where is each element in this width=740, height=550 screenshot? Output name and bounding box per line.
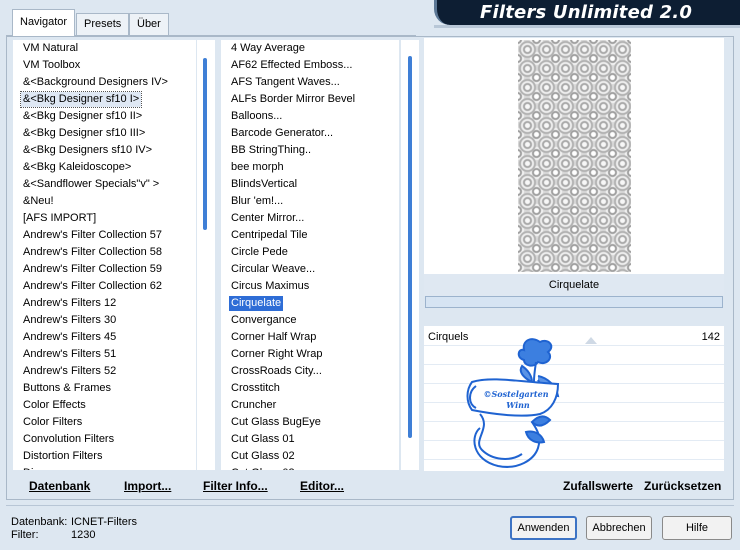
apply-button[interactable]: Anwenden: [510, 516, 577, 540]
filter-list-item[interactable]: Cruncher: [229, 398, 278, 413]
category-list[interactable]: VM Natural VM Toolbox &<Background Designe…: [13, 40, 196, 470]
category-scrollbar[interactable]: [197, 40, 215, 470]
category-list-item[interactable]: Andrew's Filter Collection 62: [21, 279, 164, 294]
divider: [6, 505, 734, 506]
watermark-flower-icon: ©Sostelgarten Winn: [466, 338, 560, 468]
parameter-value: 142: [701, 331, 720, 343]
filter-list-item[interactable]: Center Mirror...: [229, 211, 306, 226]
filter-list-item[interactable]: Cut Glass 03: [229, 466, 297, 470]
status-database-value: ICNET-Filters: [71, 516, 137, 528]
filter-list[interactable]: 4 Way Average AF62 Effected Emboss... AFS …: [221, 40, 399, 470]
filter-info-button[interactable]: Filter Info...: [203, 479, 268, 493]
category-list-item[interactable]: Color Effects: [21, 398, 88, 413]
help-button[interactable]: Hilfe: [662, 516, 732, 540]
filter-scrollbar[interactable]: [401, 40, 419, 470]
category-list-item[interactable]: &<Bkg Designer sf10 I>: [19, 91, 143, 108]
filter-list-item[interactable]: AFS Tangent Waves...: [229, 75, 342, 90]
filter-list-item[interactable]: Barcode Generator...: [229, 126, 335, 141]
category-list-item[interactable]: &<Bkg Kaleidoscope>: [21, 160, 133, 175]
random-values-button[interactable]: Zufallswerte: [563, 479, 633, 493]
category-list-item[interactable]: Andrew's Filters 30: [21, 313, 118, 328]
category-list-item[interactable]: Color Filters: [21, 415, 84, 430]
filter-list-item[interactable]: Cut Glass 02: [229, 449, 297, 464]
filter-list-item[interactable]: Blur 'em!...: [229, 194, 285, 209]
category-list-item[interactable]: Andrew's Filter Collection 58: [21, 245, 164, 260]
filter-scroll-thumb[interactable]: [408, 56, 412, 438]
tab-uber[interactable]: Über: [129, 13, 169, 35]
filter-list-item[interactable]: Circular Weave...: [229, 262, 317, 277]
app-title: Filters Unlimited 2.0: [480, 2, 693, 23]
category-list-item[interactable]: Convolution Filters: [21, 432, 116, 447]
title-banner-stripe: [434, 25, 740, 28]
category-list-item[interactable]: &<Sandflower Specials"v" >: [21, 177, 161, 192]
category-list-item[interactable]: &<Background Designers IV>: [21, 75, 170, 90]
cancel-button[interactable]: Abbrechen: [586, 516, 652, 540]
filter-list-item[interactable]: Centripedal Tile: [229, 228, 309, 243]
status-filter-label: Filter:: [11, 529, 39, 541]
filter-list-item[interactable]: BB StringThing..: [229, 143, 313, 158]
category-list-item[interactable]: &<Bkg Designer sf10 II>: [21, 109, 144, 124]
import-button[interactable]: Import...: [124, 479, 171, 493]
filter-list-item[interactable]: 4 Way Average: [229, 41, 307, 56]
category-list-item[interactable]: VM Toolbox: [21, 58, 82, 73]
filter-list-item[interactable]: Circle Pede: [229, 245, 290, 260]
category-list-item[interactable]: &<Bkg Designers sf10 IV>: [21, 143, 154, 158]
filter-list-item[interactable]: Corner Half Wrap: [229, 330, 318, 345]
category-list-item[interactable]: &<Bkg Designer sf10 III>: [21, 126, 147, 141]
svg-text:©Sostelgarten: ©Sostelgarten: [483, 389, 548, 399]
filter-list-item[interactable]: Cut Glass 01: [229, 432, 297, 447]
category-list-item[interactable]: Buttons & Frames: [21, 381, 113, 396]
category-list-item[interactable]: [AFS IMPORT]: [21, 211, 98, 226]
category-list-item[interactable]: Distortion Filters: [21, 449, 104, 464]
tab-presets[interactable]: Presets: [76, 13, 130, 35]
category-list-item[interactable]: Andrew's Filters 45: [21, 330, 118, 345]
database-button[interactable]: Datenbank: [29, 479, 90, 493]
filter-list-item[interactable]: Corner Right Wrap: [229, 347, 325, 362]
filter-list-item[interactable]: ALFs Border Mirror Bevel: [229, 92, 357, 107]
category-list-item[interactable]: Andrew's Filters 51: [21, 347, 118, 362]
tab-navigator[interactable]: Navigator: [12, 9, 76, 36]
reset-button[interactable]: Zurücksetzen: [644, 479, 721, 493]
status-filter-count: 1230: [71, 529, 96, 541]
filter-list-item[interactable]: Balloons...: [229, 109, 284, 124]
filter-list-item[interactable]: Cirquelate: [229, 296, 284, 311]
preview-slider[interactable]: [425, 296, 723, 308]
category-list-item[interactable]: Andrew's Filters 12: [21, 296, 118, 311]
svg-text:Winn: Winn: [506, 400, 530, 410]
category-list-item[interactable]: Di...: [21, 466, 45, 470]
filter-list-item[interactable]: bee morph: [229, 160, 286, 175]
category-list-item[interactable]: VM Natural: [21, 41, 80, 56]
preview-image: [518, 40, 631, 272]
filter-list-item[interactable]: Cut Glass BugEye: [229, 415, 323, 430]
filter-list-item[interactable]: BlindsVertical: [229, 177, 299, 192]
filter-list-item[interactable]: AF62 Effected Emboss...: [229, 58, 354, 73]
category-scroll-thumb[interactable]: [203, 58, 207, 230]
category-list-item[interactable]: &Neu!: [21, 194, 56, 209]
status-database-label: Datenbank:: [11, 516, 68, 528]
category-list-item[interactable]: Andrew's Filters 52: [21, 364, 118, 379]
filter-name-label: Cirquelate: [424, 274, 724, 296]
filter-list-item[interactable]: CrossRoads City...: [229, 364, 324, 379]
editor-button[interactable]: Editor...: [300, 479, 344, 493]
filter-list-item[interactable]: Circus Maximus: [229, 279, 311, 294]
filter-list-item[interactable]: Convergance: [229, 313, 298, 328]
category-list-item[interactable]: Andrew's Filter Collection 59: [21, 262, 164, 277]
filter-list-item[interactable]: Crosstitch: [229, 381, 282, 396]
category-list-item[interactable]: Andrew's Filter Collection 57: [21, 228, 164, 243]
